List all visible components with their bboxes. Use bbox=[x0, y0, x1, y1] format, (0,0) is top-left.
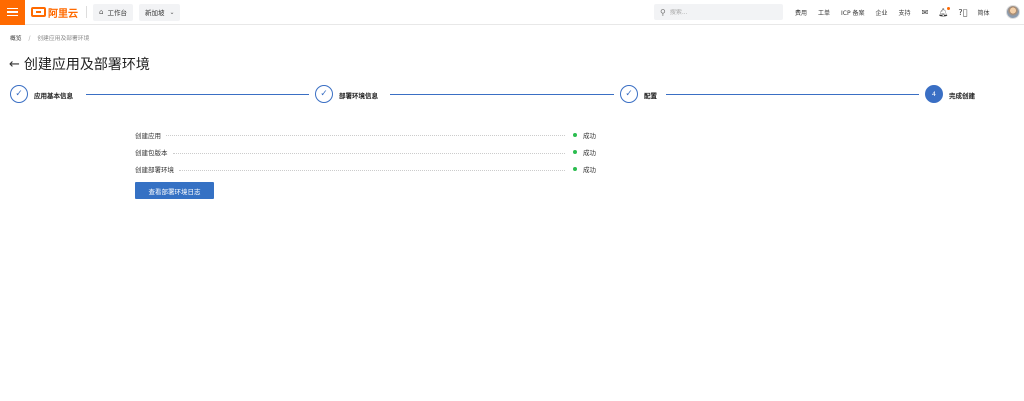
success-dot-icon bbox=[573, 167, 577, 172]
dotted-leader bbox=[166, 135, 565, 137]
step-4-number: 4 bbox=[925, 85, 943, 103]
workbench-button[interactable]: ⌂ 工作台 bbox=[93, 3, 133, 21]
step-1-label: 应用基本信息 bbox=[34, 92, 73, 100]
status-text: 成功 bbox=[583, 149, 596, 158]
link-tickets[interactable]: 工单 bbox=[818, 8, 830, 17]
hamburger-icon-line bbox=[7, 7, 18, 10]
step-2-check-icon: ✓ bbox=[315, 85, 333, 103]
language-switch[interactable]: 简体 bbox=[977, 8, 989, 17]
region-selector[interactable]: 新加坡 ⌄ bbox=[138, 3, 181, 21]
region-label: 新加坡 bbox=[144, 9, 165, 17]
dotted-leader bbox=[179, 169, 565, 171]
dotted-leader bbox=[172, 152, 565, 154]
search-icon: ⚲ bbox=[660, 7, 666, 17]
breadcrumb: 概览 / 创建应用及部署环境 bbox=[10, 33, 89, 42]
logo-text: 阿里云 bbox=[48, 8, 78, 20]
result-name: 创建部署环境 bbox=[135, 166, 174, 175]
creation-results: 创建应用 成功 创建包版本 成功 创建部署环境 成功 bbox=[135, 126, 596, 178]
topbar-right-links: 费用 工单 ICP 备案 企业 支持 ✉ 🔔︎ ?⃝ 简体 bbox=[795, 0, 1000, 25]
back-arrow-icon[interactable]: ← bbox=[9, 58, 20, 71]
result-row: 创建部署环境 成功 bbox=[135, 161, 596, 178]
success-dot-icon bbox=[573, 150, 577, 155]
result-row: 创建包版本 成功 bbox=[135, 143, 596, 160]
search-input[interactable] bbox=[669, 8, 770, 16]
result-name: 创建应用 bbox=[135, 131, 161, 140]
hamburger-icon-line bbox=[7, 11, 18, 13]
notification-dot bbox=[947, 7, 951, 10]
mail-icon[interactable]: ✉ bbox=[922, 8, 929, 17]
workbench-label: 工作台 bbox=[107, 9, 127, 17]
result-row: 创建应用 成功 bbox=[135, 126, 596, 143]
global-search[interactable]: ⚲ bbox=[654, 4, 783, 20]
status-badge: 成功 bbox=[573, 147, 596, 158]
aliyun-logo-icon bbox=[31, 7, 46, 17]
link-icp-filing[interactable]: ICP 备案 bbox=[841, 8, 865, 17]
status-text: 成功 bbox=[583, 131, 596, 140]
breadcrumb-home[interactable]: 概览 bbox=[10, 36, 22, 42]
status-text: 成功 bbox=[583, 166, 596, 175]
step-1-check-icon: ✓ bbox=[10, 85, 28, 103]
step-progress: ✓ 应用基本信息 ✓ 部署环境信息 ✓ 配置 4 完成创建 bbox=[0, 84, 1024, 104]
step-3-check-icon: ✓ bbox=[620, 85, 638, 103]
link-support[interactable]: 支持 bbox=[899, 8, 911, 17]
page-header: ← 创建应用及部署环境 bbox=[9, 54, 150, 74]
breadcrumb-separator: / bbox=[28, 36, 31, 42]
step-4-label: 完成创建 bbox=[949, 92, 975, 100]
link-billing[interactable]: 费用 bbox=[795, 8, 807, 17]
step-2-label: 部署环境信息 bbox=[339, 92, 378, 100]
hamburger-menu-button[interactable] bbox=[0, 0, 25, 25]
step-connector bbox=[666, 94, 919, 95]
breadcrumb-current: 创建应用及部署环境 bbox=[37, 36, 90, 42]
home-icon: ⌂ bbox=[99, 8, 104, 16]
chevron-down-icon: ⌄ bbox=[169, 8, 175, 16]
result-name: 创建包版本 bbox=[135, 149, 168, 158]
link-enterprise[interactable]: 企业 bbox=[876, 8, 888, 17]
hamburger-icon-line bbox=[7, 14, 18, 17]
status-badge: 成功 bbox=[573, 164, 596, 175]
step-connector bbox=[86, 94, 309, 95]
status-badge: 成功 bbox=[573, 130, 596, 140]
aliyun-logo[interactable]: 阿里云 bbox=[31, 0, 78, 25]
user-avatar[interactable] bbox=[1006, 5, 1020, 19]
step-3-label: 配置 bbox=[644, 92, 657, 100]
view-deploy-log-button[interactable]: 查看部署环境日志 bbox=[135, 182, 214, 199]
success-dot-icon bbox=[573, 132, 577, 137]
divider bbox=[86, 6, 87, 18]
help-circle-icon[interactable]: ?⃝ bbox=[958, 8, 967, 17]
page-title: 创建应用及部署环境 bbox=[23, 57, 150, 73]
bell-icon[interactable]: 🔔︎ bbox=[938, 7, 951, 17]
step-connector bbox=[390, 94, 614, 95]
